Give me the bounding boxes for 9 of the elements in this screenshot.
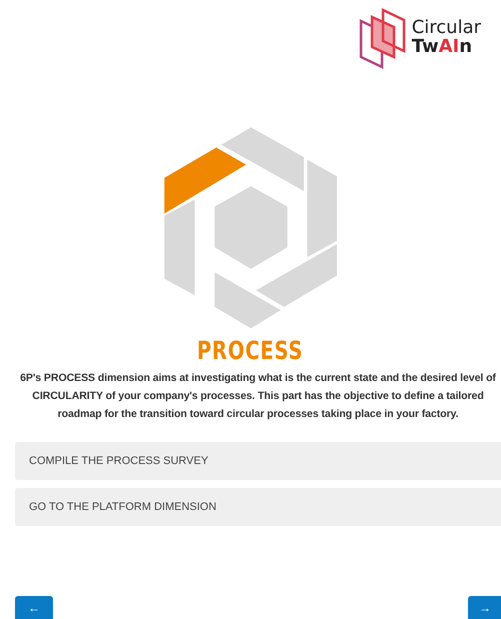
brand-name: TwAIn bbox=[412, 38, 474, 57]
logo-icon bbox=[358, 7, 406, 69]
option-button[interactable]: COMPILE THE PROCESS SURVEY bbox=[15, 442, 501, 480]
next-button[interactable]: → bbox=[468, 596, 501, 619]
brand-name: Circular bbox=[412, 19, 481, 38]
back-button[interactable]: ← bbox=[15, 596, 53, 619]
dimension-title: PROCESS bbox=[197, 338, 304, 363]
option-button[interactable]: GO TO THE PLATFORM DIMENSION bbox=[15, 488, 501, 526]
dimension-description: 6P's PROCESS dimension aims at investigating what is the current state and the desired level of CIRCULARITY of your company's processes. This part has the objective to define a tailored roadmap for the transition toward circular processes taking place in your factory. bbox=[19, 371, 497, 422]
